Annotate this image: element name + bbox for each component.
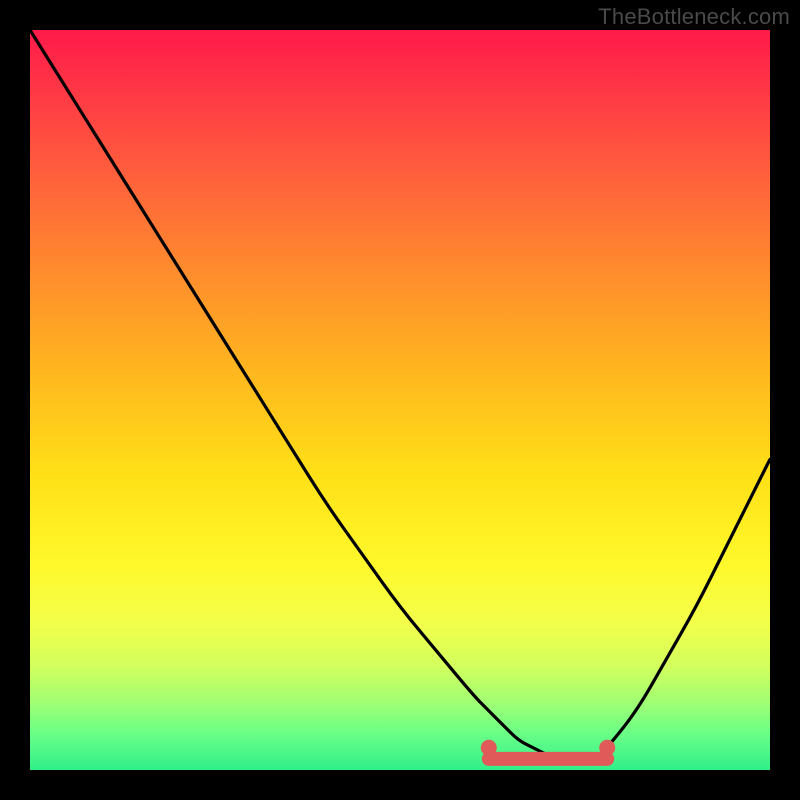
optimal-marker-left bbox=[481, 740, 497, 756]
plot-area bbox=[30, 30, 770, 770]
watermark-text: TheBottleneck.com bbox=[598, 4, 790, 30]
chart-frame: TheBottleneck.com bbox=[0, 0, 800, 800]
bottleneck-curve bbox=[30, 30, 770, 763]
curve-svg bbox=[30, 30, 770, 770]
optimal-marker-right bbox=[599, 740, 615, 756]
